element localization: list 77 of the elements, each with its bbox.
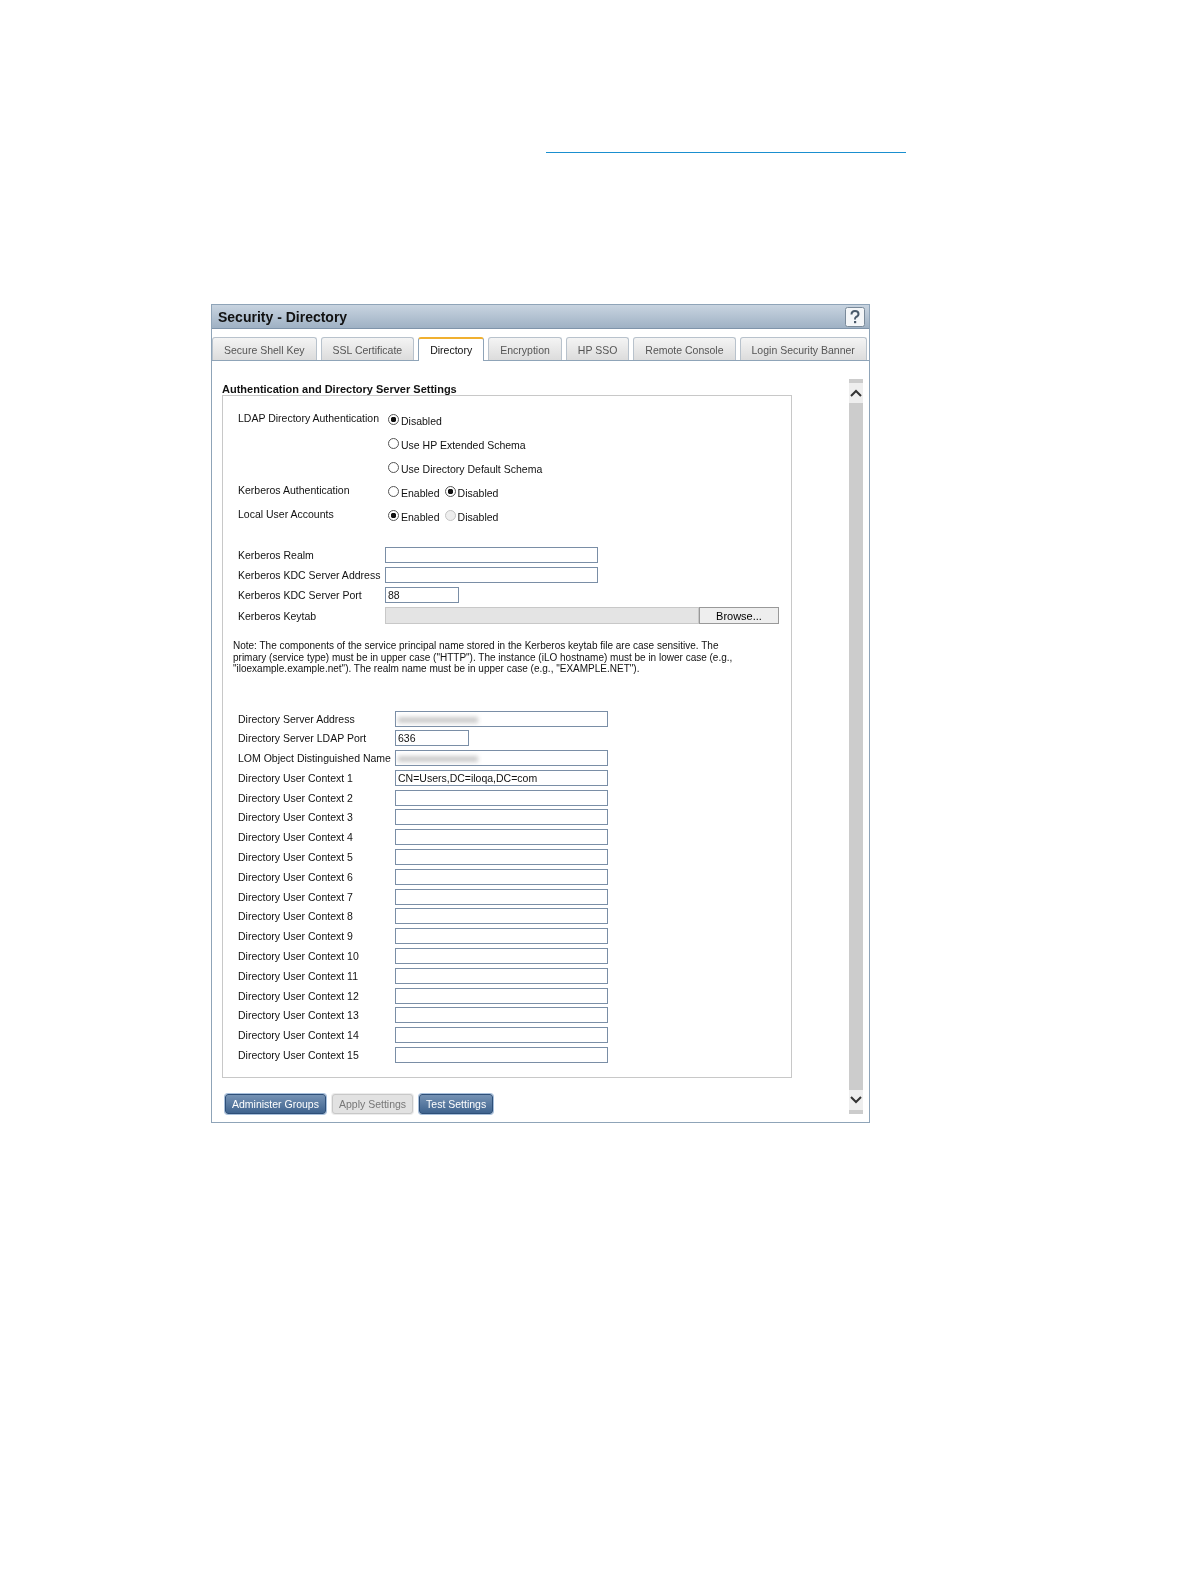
field-label: Directory User Context 2 <box>238 791 354 804</box>
radio-button[interactable] <box>388 486 399 497</box>
input-field[interactable] <box>395 888 608 905</box>
input-field[interactable]: CN=Users,DC=iloqa,DC=com <box>395 769 608 786</box>
radio-label: Enabled <box>401 511 440 523</box>
input-field[interactable]: 636 <box>395 730 469 747</box>
field-label: Directory Server LDAP Port <box>238 732 368 745</box>
field-label: Directory User Context 8 <box>238 910 354 923</box>
note-text: Note: The components of the service principal name stored in the Kerberos keytab file are case sensitive. The primary (service type) must be in upper case ("HTTP"). The instance (iLO hostname) must be in lower case (e.g., "iloexample.example.net"). The realm name must be in upper case (e.g., "EXAMPLE.NET"). <box>233 640 734 675</box>
field-label: LOM Object Distinguished Name <box>238 752 392 765</box>
field-label: Directory User Context 14 <box>238 1029 360 1042</box>
tab[interactable]: Login Security Banner <box>739 337 867 360</box>
field-label: Directory User Context 1 <box>238 771 354 784</box>
tab[interactable]: Secure Shell Key <box>212 337 317 360</box>
field-label: Local User Accounts <box>238 508 335 522</box>
field-label: Kerberos Realm <box>238 549 315 561</box>
field-label: Kerberos KDC Server Port <box>238 589 363 601</box>
input-field[interactable] <box>395 829 608 846</box>
input-field[interactable] <box>395 1007 608 1024</box>
input-field[interactable] <box>385 567 598 583</box>
radio-label: Disabled <box>457 487 499 499</box>
scrollbar[interactable] <box>849 379 863 1115</box>
field-label: Directory User Context 6 <box>238 870 354 883</box>
input-field[interactable] <box>395 928 608 945</box>
field-label: LDAP Directory Authentication <box>238 412 381 426</box>
file-field[interactable] <box>385 607 699 624</box>
field-label: Directory User Context 11 <box>238 969 359 982</box>
input-field[interactable] <box>395 710 608 727</box>
help-icon[interactable] <box>845 306 865 327</box>
tab[interactable]: Encryption <box>488 337 562 360</box>
input-field[interactable] <box>395 849 608 866</box>
input-field[interactable]: 88 <box>385 587 459 603</box>
input-field[interactable] <box>395 1047 608 1064</box>
input-field[interactable] <box>395 987 608 1004</box>
tab[interactable]: Remote Console <box>633 337 736 360</box>
field-label: Kerberos Keytab <box>238 609 318 622</box>
field-label: Directory User Context 13 <box>238 1009 360 1022</box>
section-title: Authentication and Directory Server Settings <box>222 383 458 395</box>
field-label: Directory User Context 15 <box>238 1049 360 1062</box>
radio-label: Disabled <box>457 511 499 523</box>
field-label: Directory Server Address <box>238 712 356 725</box>
scroll-down-icon[interactable] <box>849 1090 863 1111</box>
field-label: Directory User Context 7 <box>238 890 354 903</box>
action-button[interactable]: Test Settings <box>419 1094 494 1115</box>
radio-button[interactable] <box>388 462 399 473</box>
radio-button[interactable] <box>388 438 399 449</box>
field-label: Directory User Context 9 <box>238 930 354 943</box>
radio-label: Enabled <box>401 487 440 499</box>
window-title: Security - Directory <box>218 308 348 325</box>
field-label: Directory User Context 10 <box>238 950 360 963</box>
field-label: Directory User Context 4 <box>238 831 354 844</box>
radio-button[interactable] <box>388 510 399 521</box>
tab[interactable]: HP SSO <box>565 337 630 360</box>
input-field[interactable] <box>395 908 608 925</box>
browse-button[interactable]: Browse... <box>699 607 779 624</box>
field-label: Kerberos Authentication <box>238 484 351 498</box>
radio-button[interactable] <box>444 486 456 497</box>
action-button[interactable]: Administer Groups <box>225 1094 326 1115</box>
radio-label: Disabled <box>401 415 442 427</box>
input-field[interactable] <box>395 948 608 965</box>
input-field[interactable] <box>385 547 598 563</box>
field-label: Directory User Context 12 <box>238 989 360 1002</box>
radio-label: Use Directory Default Schema <box>401 463 543 475</box>
scroll-up-icon[interactable] <box>849 383 863 403</box>
tab[interactable]: Directory <box>418 337 485 361</box>
radio-button[interactable] <box>388 414 399 425</box>
field-label: Directory User Context 5 <box>238 851 354 864</box>
input-field[interactable] <box>395 789 608 806</box>
input-field[interactable] <box>395 868 608 885</box>
radio-label: Use HP Extended Schema <box>401 439 526 451</box>
input-field[interactable] <box>395 967 608 984</box>
input-field[interactable] <box>395 1027 608 1044</box>
input-field[interactable] <box>395 809 608 826</box>
field-label: Directory User Context 3 <box>238 811 354 824</box>
input-field[interactable] <box>395 750 608 767</box>
tab[interactable]: SSL Certificate <box>320 337 415 360</box>
field-label: Kerberos KDC Server Address <box>238 569 382 581</box>
